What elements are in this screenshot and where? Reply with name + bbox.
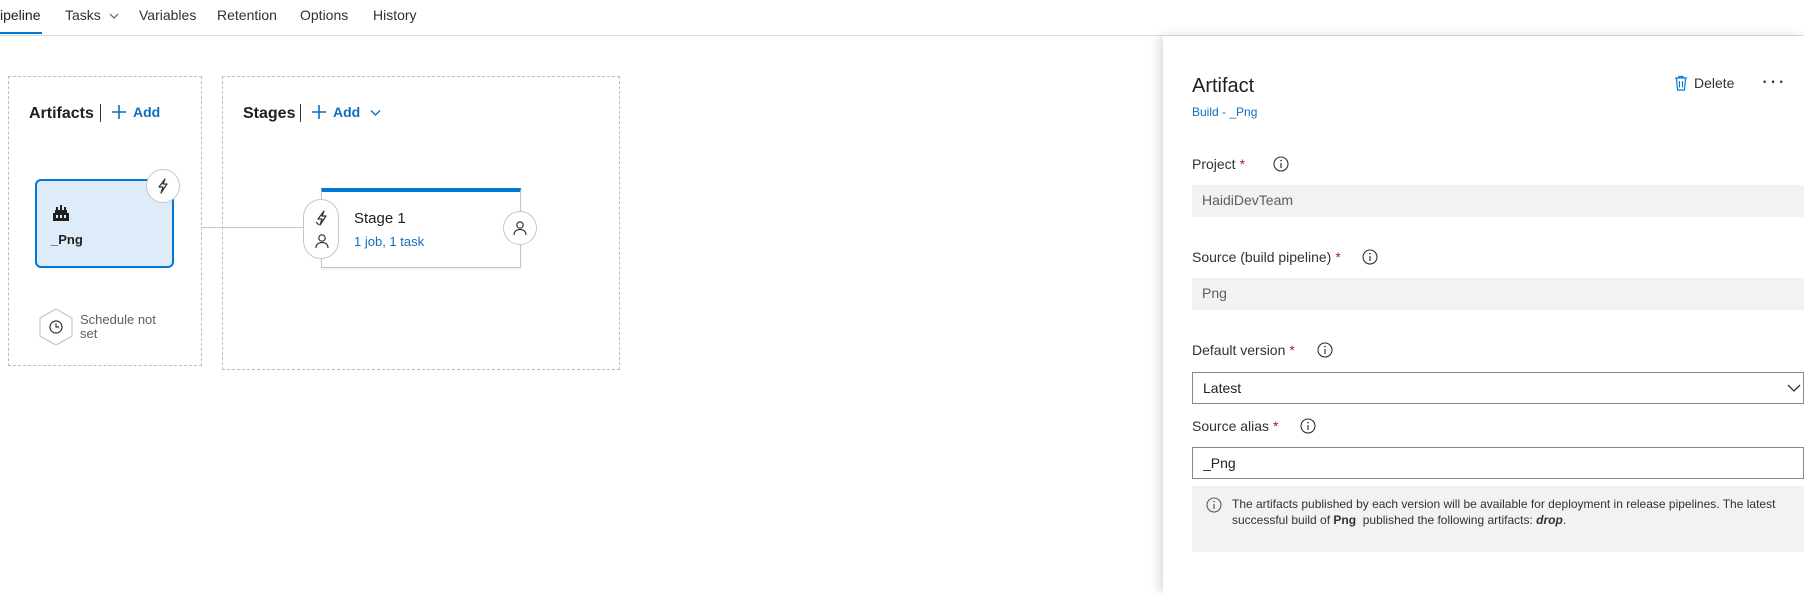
source-label-text: Source (build pipeline) — [1192, 249, 1332, 265]
project-field: HaidiDevTeam — [1192, 185, 1804, 217]
stages-title: Stages — [243, 105, 296, 122]
stage-name: Stage 1 — [354, 210, 406, 227]
project-label: Project * — [1192, 156, 1245, 172]
tab-history[interactable]: History — [373, 7, 417, 23]
schedule-button[interactable] — [38, 308, 74, 351]
info-icon — [1206, 497, 1222, 513]
required-marker: * — [1273, 418, 1279, 434]
info-icon[interactable] — [1273, 156, 1289, 172]
panel-title: Artifact — [1192, 75, 1255, 97]
info-icon[interactable] — [1362, 249, 1378, 265]
add-artifact-button[interactable]: Add — [111, 104, 160, 120]
tab-options[interactable]: Options — [300, 7, 348, 23]
build-artifact-icon — [53, 205, 69, 221]
project-label-text: Project — [1192, 156, 1236, 172]
plus-icon — [112, 105, 126, 119]
source-build-pipeline-field: Png — [1192, 278, 1804, 310]
pre-deployment-conditions-button[interactable] — [303, 199, 339, 259]
more-options-button[interactable]: ··· — [1761, 68, 1786, 94]
note-text-3: . — [1562, 513, 1567, 527]
default-version-dropdown[interactable]: Latest — [1192, 372, 1804, 404]
add-artifact-label: Add — [133, 104, 161, 120]
tab-retention[interactable]: Retention — [217, 7, 277, 23]
continuous-deployment-trigger-button[interactable] — [146, 169, 180, 203]
chevron-down-icon — [109, 13, 119, 20]
divider — [100, 104, 101, 122]
tab-tasks[interactable]: Tasks — [65, 7, 119, 23]
source-label: Source (build pipeline) * — [1192, 249, 1341, 265]
delete-artifact-button[interactable]: Delete — [1674, 75, 1734, 91]
panel-subtitle[interactable]: Build - _Png — [1192, 105, 1257, 119]
plus-icon — [312, 105, 326, 119]
active-tab-indicator — [0, 32, 42, 34]
source-alias-label: Source alias * — [1192, 418, 1279, 434]
info-icon[interactable] — [1317, 342, 1333, 358]
default-version-label: Default version * — [1192, 342, 1295, 358]
stage-summary-link[interactable]: 1 job, 1 task — [354, 234, 424, 249]
schedule-clock-icon — [39, 308, 73, 346]
default-version-value: Latest — [1203, 380, 1242, 396]
schedule-status-text: Schedule not set — [80, 312, 156, 341]
delete-label: Delete — [1694, 75, 1735, 91]
trash-icon — [1675, 75, 1687, 91]
add-stage-label: Add — [333, 104, 361, 120]
required-marker: * — [1335, 249, 1341, 265]
add-stage-button[interactable]: Add — [311, 104, 387, 120]
tab-tasks-label: Tasks — [65, 7, 101, 23]
required-marker: * — [1289, 342, 1295, 358]
chevron-down-icon — [1787, 384, 1801, 392]
person-icon — [513, 221, 527, 236]
note-artifact-name: drop — [1536, 513, 1563, 527]
note-text-2: published the following artifacts: — [1356, 513, 1537, 527]
artifact-properties-panel: Artifact Build - _Png Delete ··· Project… — [1163, 36, 1804, 593]
source-alias-input[interactable] — [1192, 447, 1804, 479]
divider — [300, 104, 301, 122]
tab-variables[interactable]: Variables — [139, 7, 196, 23]
artifacts-info-message: The artifacts published by each version … — [1192, 486, 1804, 552]
person-icon — [315, 234, 329, 249]
post-deployment-conditions-button[interactable] — [503, 211, 537, 245]
artifact-name: _Png — [51, 232, 83, 247]
lightning-icon — [315, 210, 327, 226]
source-alias-label-text: Source alias — [1192, 418, 1270, 434]
default-version-label-text: Default version — [1192, 342, 1286, 358]
stage-card[interactable]: Stage 1 1 job, 1 task — [321, 188, 521, 268]
note-build-name: Png — [1333, 513, 1357, 527]
lightning-icon — [158, 178, 168, 194]
tab-pipeline[interactable]: ipeline — [0, 7, 40, 23]
required-marker: * — [1239, 156, 1246, 172]
info-icon[interactable] — [1300, 418, 1316, 434]
chevron-down-icon — [370, 110, 381, 116]
top-navigation: ipeline Tasks Variables Retention Option… — [0, 0, 1804, 36]
artifacts-title: Artifacts — [29, 105, 94, 122]
